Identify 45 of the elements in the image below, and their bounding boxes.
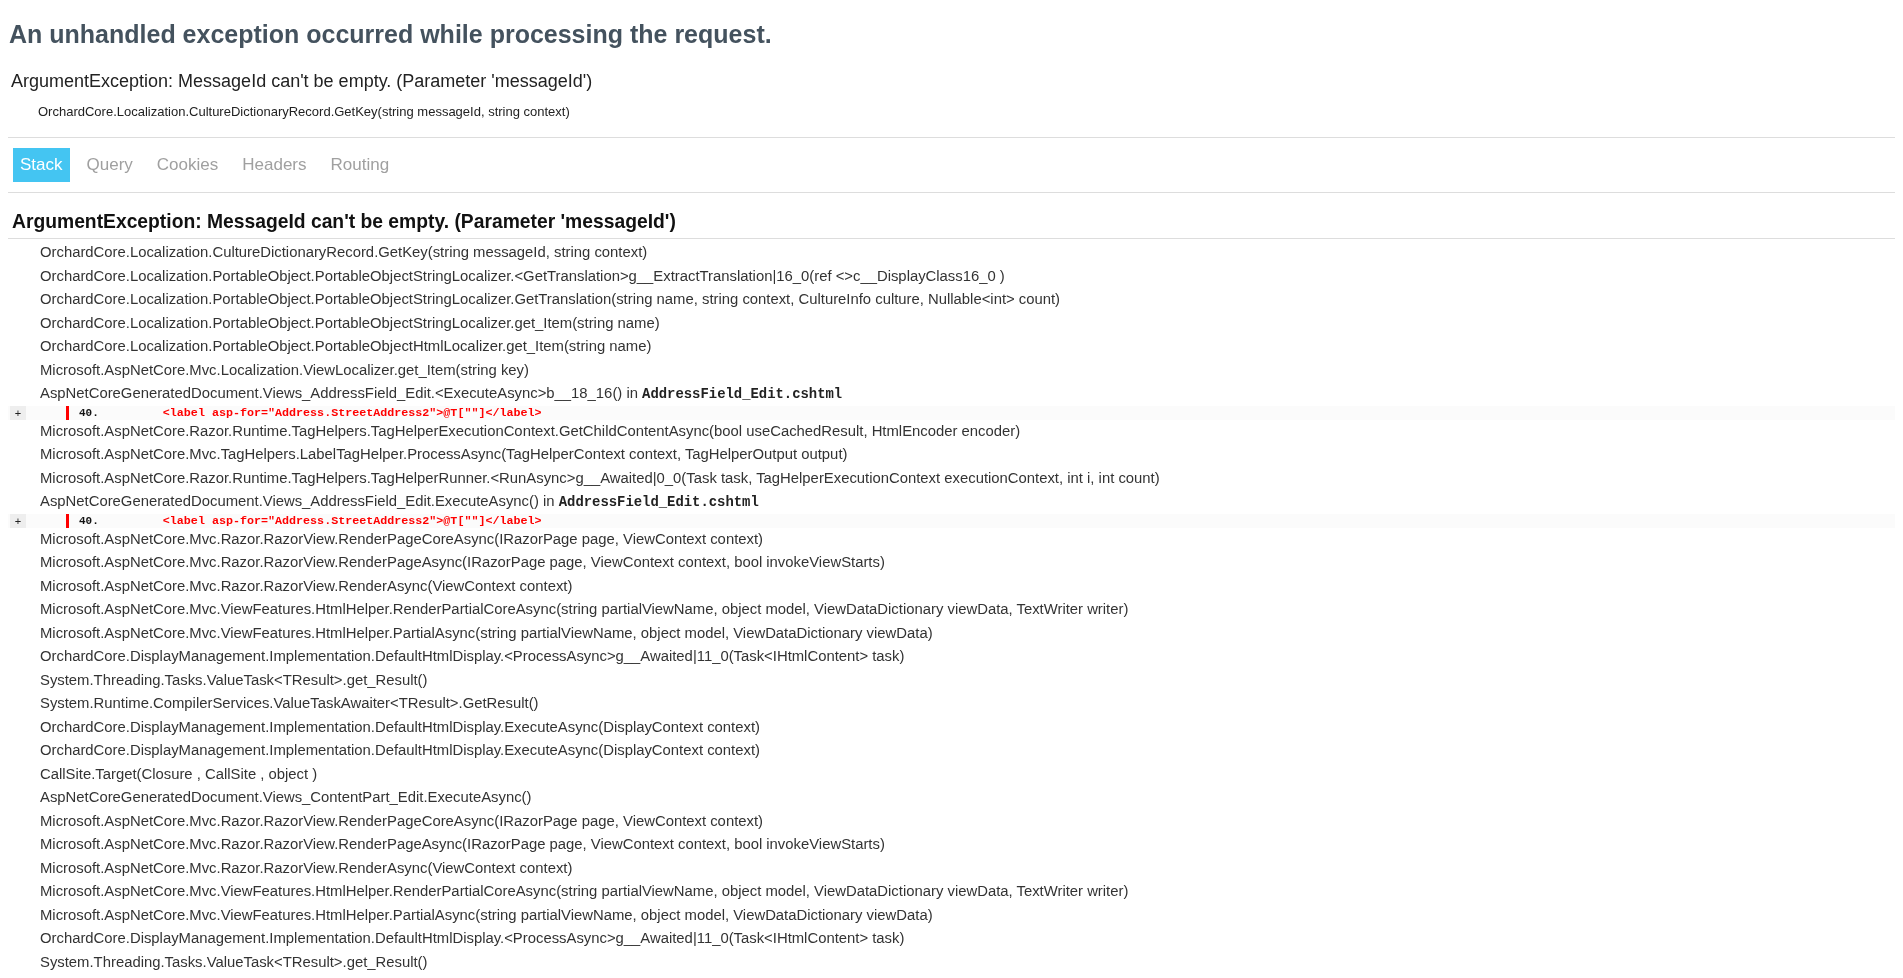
source-code: <label asp-for="Address.StreetAddress2">@T[""]</label>: [162, 405, 542, 420]
stack-frame: System.Runtime.CompilerServices.ValueTaskAwaiter<TResult>.GetResult(): [40, 694, 539, 714]
stack-frame: OrchardCore.Localization.PortableObject.PortableObjectStringLocalizer.get_Item(string name): [40, 313, 660, 333]
tab[interactable]: Routing: [323, 148, 397, 182]
source-code: <label asp-for="Address.StreetAddress2">@T[""]</label>: [162, 513, 542, 528]
stack-frame: Microsoft.AspNetCore.Mvc.Razor.RazorView.RenderPageAsync(IRazorPage page, ViewContext context, bool invokeViewStarts): [40, 553, 885, 573]
stack-frame: Microsoft.AspNetCore.Mvc.ViewFeatures.HtmlHelper.RenderPartialCoreAsync(string partialViewName, object model, ViewDataDictionary viewData, TextWriter writer): [40, 882, 1129, 902]
expand-button[interactable]: +: [10, 513, 26, 528]
expand-button[interactable]: +: [10, 405, 26, 420]
stack-frame: Microsoft.AspNetCore.Mvc.Localization.ViewLocalizer.get_Item(string key): [40, 360, 529, 380]
stack-frame: Microsoft.AspNetCore.Razor.Runtime.TagHelpers.TagHelperRunner.<RunAsync>g__Awaited|0_0(Task task, TagHelperExecutionContext executionContext, int i, int count): [40, 468, 1160, 488]
tab[interactable]: Query: [79, 148, 140, 182]
tab[interactable]: Cookies: [149, 148, 226, 182]
stack-heading: ArgumentException: MessageId can't be empty. (Parameter 'messageId'): [8, 211, 1895, 239]
stack-frame: OrchardCore.Localization.PortableObject.PortableObjectStringLocalizer.<GetTranslation>g__ExtractTranslation|16_0(ref <>c__DisplayClass16_0 ): [40, 266, 1005, 286]
tab[interactable]: Headers: [235, 148, 314, 182]
stack-frame: System.Threading.Tasks.ValueTask<TResult>.get_Result(): [40, 670, 428, 690]
stack-frame: OrchardCore.Localization.PortableObject.PortableObjectHtmlLocalizer.get_Item(string name): [40, 337, 652, 357]
stack-frame: OrchardCore.DisplayManagement.Implementation.DefaultHtmlDisplay.<ProcessAsync>g__Awaited|11_0(Task<IHtmlContent> task): [40, 929, 905, 949]
stack-frame: Microsoft.AspNetCore.Mvc.ViewFeatures.HtmlHelper.PartialAsync(string partialViewName, object model, ViewDataDictionary viewData): [40, 623, 933, 643]
stack-frame: Microsoft.AspNetCore.Mvc.ViewFeatures.HtmlHelper.RenderPartialCoreAsync(string partialViewName, object model, ViewDataDictionary viewData, TextWriter writer): [40, 600, 1129, 620]
stack-frame: AspNetCoreGeneratedDocument.Views_AddressField_Edit.ExecuteAsync() in AddressField_Edit.cshtml: [40, 491, 759, 512]
stack-frame: OrchardCore.Localization.PortableObject.PortableObjectStringLocalizer.GetTranslation(string name, string context, CultureInfo culture, Nullable<int> count): [40, 290, 1061, 310]
error-message: ArgumentException: MessageId can't be empty. (Parameter 'messageId'): [11, 70, 593, 93]
stack-frame: Microsoft.AspNetCore.Mvc.Razor.RazorView.RenderAsync(ViewContext context): [40, 858, 573, 878]
line-number: 40.: [66, 513, 99, 528]
stack-frame: Microsoft.AspNetCore.Mvc.Razor.RazorView.RenderAsync(ViewContext context): [40, 576, 573, 596]
page-title: An unhandled exception occurred while processing the request.: [9, 19, 772, 49]
stack-frame: Microsoft.AspNetCore.Mvc.Razor.RazorView.RenderPageCoreAsync(IRazorPage page, ViewContext context): [40, 811, 763, 831]
stack-frame: Microsoft.AspNetCore.Mvc.ViewFeatures.HtmlHelper.PartialAsync(string partialViewName, object model, ViewDataDictionary viewData): [40, 905, 933, 925]
stack-frame: AspNetCoreGeneratedDocument.Views_ContentPart_Edit.ExecuteAsync(): [40, 788, 532, 808]
stack-frame: Microsoft.AspNetCore.Razor.Runtime.TagHelpers.TagHelperExecutionContext.GetChildContentAsync(bool useCachedResult, HtmlEncoder encoder): [40, 421, 1021, 441]
stack-frame: Microsoft.AspNetCore.Mvc.TagHelpers.LabelTagHelper.ProcessAsync(TagHelperContext context, TagHelperOutput output): [40, 445, 848, 465]
stack-frame: OrchardCore.DisplayManagement.Implementation.DefaultHtmlDisplay.ExecuteAsync(DisplayContext context): [40, 717, 760, 737]
stack-frame: OrchardCore.DisplayManagement.Implementation.DefaultHtmlDisplay.<ProcessAsync>g__Awaited|11_0(Task<IHtmlContent> task): [40, 647, 905, 667]
stack-frame: AspNetCoreGeneratedDocument.Views_AddressField_Edit.<ExecuteAsync>b__18_16() in AddressField_Edit.cshtml: [40, 383, 843, 404]
tab[interactable]: Stack: [13, 148, 70, 182]
stack-frame: OrchardCore.Localization.CultureDictionaryRecord.GetKey(string messageId, string context): [40, 243, 648, 263]
line-number: 40.: [66, 405, 99, 420]
stack-frame: Microsoft.AspNetCore.Mvc.Razor.RazorView.RenderPageAsync(IRazorPage page, ViewContext context, bool invokeViewStarts): [40, 835, 885, 855]
stack-frame: OrchardCore.DisplayManagement.Implementation.DefaultHtmlDisplay.ExecuteAsync(DisplayContext context): [40, 741, 760, 761]
stack-frame: System.Threading.Tasks.ValueTask<TResult>.get_Result(): [40, 952, 428, 972]
error-location: OrchardCore.Localization.CultureDictionaryRecord.GetKey(string messageId, string context): [38, 104, 570, 120]
stack-frame: CallSite.Target(Closure , CallSite , object ): [40, 764, 318, 784]
stack-frame: Microsoft.AspNetCore.Mvc.Razor.RazorView.RenderPageCoreAsync(IRazorPage page, ViewContext context): [40, 529, 763, 549]
